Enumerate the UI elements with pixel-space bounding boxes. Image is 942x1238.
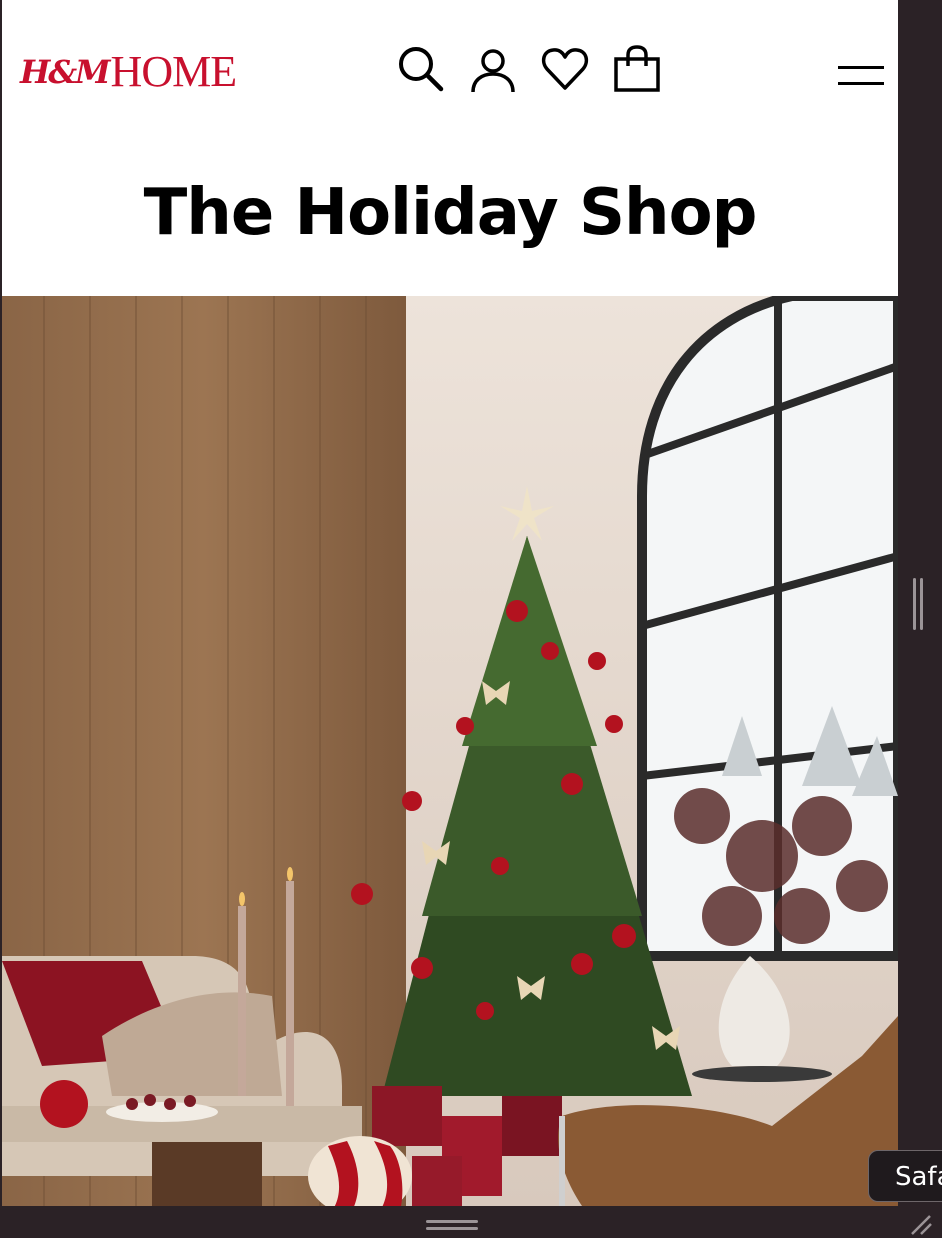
logo-hm: H&M bbox=[20, 53, 111, 91]
heart-icon[interactable] bbox=[540, 44, 590, 94]
safari-tooltip: Safari bbox=[868, 1150, 942, 1202]
logo-home: HOME bbox=[110, 47, 238, 96]
menu-icon[interactable] bbox=[834, 62, 888, 92]
shopping-bag-icon[interactable] bbox=[612, 44, 662, 94]
hero-image[interactable] bbox=[2, 296, 898, 1206]
page: H&M HOME The Holiday Shop bbox=[2, 0, 898, 1206]
hm-home-logo[interactable]: H&M HOME bbox=[20, 46, 238, 96]
holiday-living-room-image bbox=[2, 296, 898, 1206]
horizontal-resize-handle[interactable] bbox=[426, 1220, 478, 1232]
vertical-resize-handle[interactable] bbox=[913, 578, 925, 630]
page-title: The Holiday Shop bbox=[143, 176, 758, 250]
search-icon[interactable] bbox=[396, 44, 446, 94]
site-header: H&M HOME bbox=[2, 0, 898, 140]
account-icon[interactable] bbox=[468, 44, 518, 94]
resize-grip-icon[interactable] bbox=[904, 1212, 934, 1236]
